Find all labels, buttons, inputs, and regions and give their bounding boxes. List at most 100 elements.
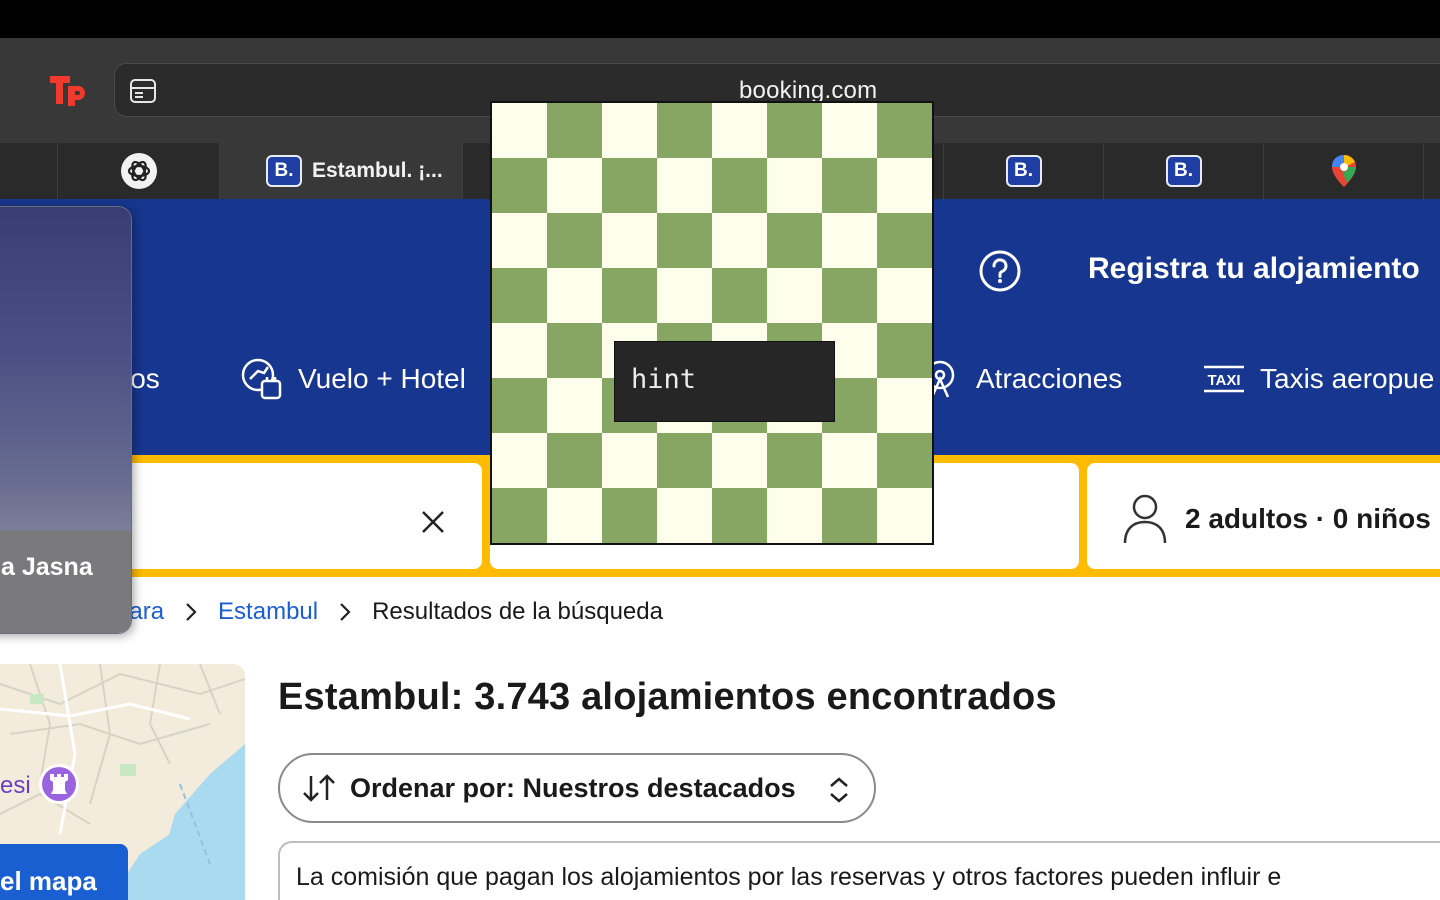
board-square[interactable]	[657, 158, 712, 213]
board-square[interactable]	[547, 158, 602, 213]
map-place-label: esi	[0, 772, 31, 799]
tab-booking-estambul[interactable]: B. Estambul. ¡...	[219, 143, 462, 199]
tab-openai[interactable]	[57, 143, 219, 199]
board-square[interactable]	[492, 323, 547, 378]
board-square[interactable]	[547, 213, 602, 268]
board-square[interactable]	[877, 488, 932, 543]
landmark-pin-icon[interactable]	[36, 762, 82, 812]
board-square[interactable]	[877, 323, 932, 378]
map-preview[interactable]: esi el mapa	[0, 664, 245, 900]
taxi-icon: TAXI	[1204, 365, 1244, 393]
board-square[interactable]	[657, 268, 712, 323]
board-square[interactable]	[822, 158, 877, 213]
board-square[interactable]	[877, 158, 932, 213]
guests-summary: 2 adultos · 0 niños ·	[1185, 503, 1440, 534]
tab-partial-right[interactable]	[1423, 143, 1440, 199]
tab-booking-3[interactable]: B.	[1103, 143, 1263, 199]
board-square[interactable]	[712, 488, 767, 543]
svg-text:TAXI: TAXI	[1207, 372, 1240, 389]
board-square[interactable]	[602, 103, 657, 158]
board-square[interactable]	[547, 433, 602, 488]
board-square[interactable]	[547, 268, 602, 323]
chessboard-overlay[interactable]	[490, 101, 934, 545]
show-on-map-button[interactable]: el mapa	[0, 844, 128, 900]
os-menu-bar	[0, 0, 1440, 38]
board-square[interactable]	[767, 433, 822, 488]
chevron-right-icon	[186, 603, 197, 621]
board-square[interactable]	[547, 323, 602, 378]
breadcrumb: nara Estambul Resultados de la búsqueda	[116, 595, 663, 629]
booking-icon: B.	[1165, 155, 1202, 187]
board-square[interactable]	[547, 488, 602, 543]
board-square[interactable]	[492, 433, 547, 488]
help-icon[interactable]	[978, 249, 1022, 293]
board-square[interactable]	[712, 213, 767, 268]
tab-google-maps[interactable]	[1263, 143, 1423, 199]
board-square[interactable]	[657, 488, 712, 543]
board-square[interactable]	[492, 213, 547, 268]
board-square[interactable]	[712, 103, 767, 158]
board-square[interactable]	[602, 158, 657, 213]
board-square[interactable]	[877, 378, 932, 433]
tab-booking-2[interactable]: B.	[943, 143, 1103, 199]
board-square[interactable]	[877, 268, 932, 323]
chevron-updown-icon	[830, 777, 848, 803]
person-icon	[1123, 494, 1167, 544]
board-square[interactable]	[492, 158, 547, 213]
board-square[interactable]	[602, 268, 657, 323]
board-square[interactable]	[657, 213, 712, 268]
nav-airport-taxis[interactable]: TAXI Taxis aeropue	[1202, 357, 1434, 401]
nav-flight-hotel[interactable]: Vuelo + Hotel	[240, 357, 466, 401]
board-square[interactable]	[767, 158, 822, 213]
board-square[interactable]	[712, 433, 767, 488]
hint-button[interactable]: hint	[614, 341, 835, 422]
board-square[interactable]	[492, 268, 547, 323]
app-logo-icon[interactable]	[48, 72, 88, 108]
nav-attractions-label: Atracciones	[976, 363, 1123, 394]
show-on-map-label: el mapa	[0, 866, 97, 896]
sort-label: Ordenar por: Nuestros destacados	[350, 772, 796, 803]
board-square[interactable]	[822, 433, 877, 488]
register-property-link[interactable]: Registra tu alojamiento	[1088, 252, 1420, 286]
board-square[interactable]	[877, 213, 932, 268]
board-square[interactable]	[822, 488, 877, 543]
board-square[interactable]	[602, 213, 657, 268]
board-square[interactable]	[767, 103, 822, 158]
board-square[interactable]	[492, 378, 547, 433]
guests-field[interactable]: 2 adultos · 0 niños ·	[1087, 463, 1440, 569]
board-square[interactable]	[877, 433, 932, 488]
board-square[interactable]	[492, 488, 547, 543]
nav-flight-hotel-label: Vuelo + Hotel	[298, 363, 466, 394]
openai-icon	[120, 153, 157, 189]
sidebar-toggle-icon[interactable]	[129, 77, 157, 105]
board-square[interactable]	[547, 378, 602, 433]
breadcrumb-current: Resultados de la búsqueda	[372, 598, 663, 625]
board-square[interactable]	[767, 213, 822, 268]
board-square[interactable]	[712, 268, 767, 323]
board-square[interactable]	[767, 268, 822, 323]
breadcrumb-city-link[interactable]: Estambul	[218, 598, 318, 626]
close-icon[interactable]	[418, 507, 448, 537]
board-square[interactable]	[822, 213, 877, 268]
nav-attractions[interactable]: Atracciones	[918, 357, 1122, 401]
sort-dropdown[interactable]: Ordenar por: Nuestros destacados	[278, 753, 876, 823]
hint-label: hint	[631, 364, 697, 395]
board-square[interactable]	[492, 103, 547, 158]
board-square[interactable]	[712, 158, 767, 213]
nav-airport-taxis-label: Taxis aeropue	[1260, 363, 1435, 394]
tab-title: Estambul. ¡...	[312, 159, 443, 182]
board-square[interactable]	[602, 488, 657, 543]
chevron-right-icon	[340, 603, 351, 621]
preview-caption-text: a Jasna	[1, 553, 93, 581]
board-square[interactable]	[822, 268, 877, 323]
board-square[interactable]	[657, 103, 712, 158]
results-title: Estambul: 3.743 alojamientos encontrados	[278, 676, 1057, 718]
board-square[interactable]	[547, 103, 602, 158]
board-square[interactable]	[767, 488, 822, 543]
board-square[interactable]	[602, 433, 657, 488]
tab-partial[interactable]	[0, 143, 58, 199]
board-square[interactable]	[657, 433, 712, 488]
board-square[interactable]	[877, 103, 932, 158]
floating-preview-card[interactable]: a Jasna	[0, 206, 132, 634]
board-square[interactable]	[822, 103, 877, 158]
